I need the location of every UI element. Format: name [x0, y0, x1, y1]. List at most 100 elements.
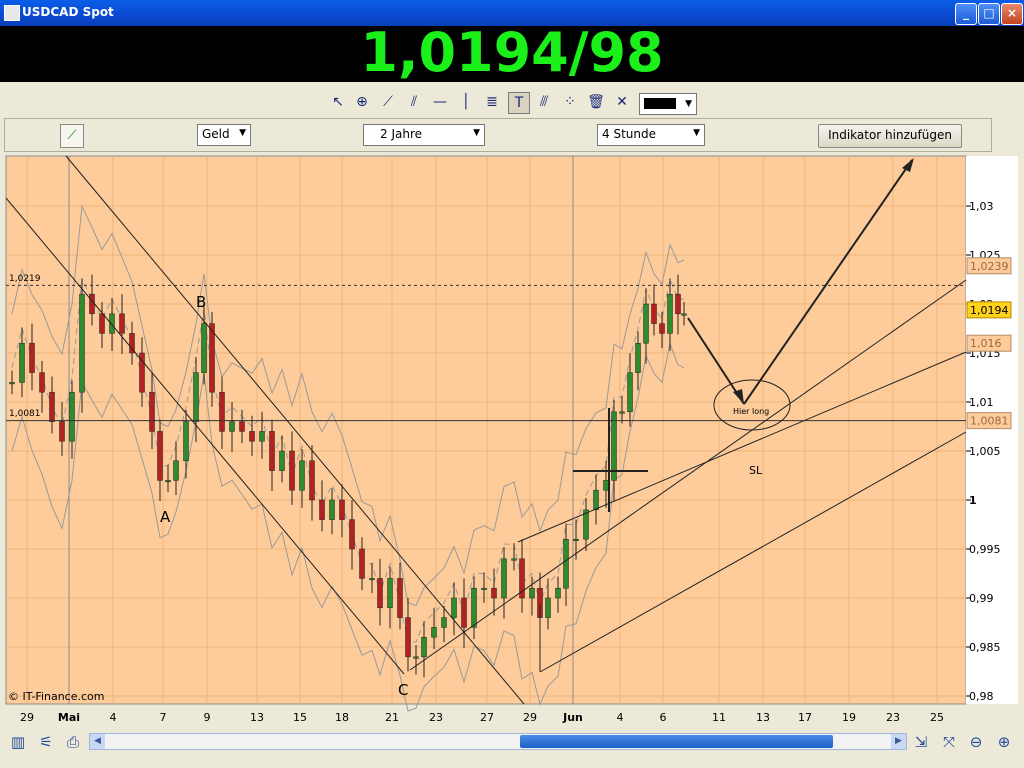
candle-body: [563, 538, 569, 589]
window-title: USDCAD Spot: [22, 5, 114, 19]
candle-body: [229, 421, 235, 432]
y-tick-label: 1: [969, 494, 977, 507]
print-icon[interactable]: ⎙: [63, 732, 83, 752]
fibonacci-icon[interactable]: ≣: [482, 92, 502, 112]
candle-body: [29, 342, 35, 373]
candle-body: [279, 450, 285, 471]
wave-label-b: B: [196, 293, 206, 311]
period-select[interactable]: 2 Jahre ▼: [363, 124, 485, 146]
zoom-out-icon[interactable]: ⊖: [966, 732, 986, 752]
candle-body: [545, 597, 551, 618]
scroll-right-button[interactable]: ▶: [891, 734, 906, 749]
maximize-button[interactable]: □: [978, 3, 1000, 25]
candle-body: [627, 372, 633, 413]
candle-body: [99, 313, 105, 334]
trendline-icon[interactable]: ⟋: [378, 92, 398, 112]
candle-body: [183, 421, 189, 462]
price-chart[interactable]: 1,031,0251,021,0151,011,00510,9950,990,9…: [0, 152, 1024, 728]
candle-body: [471, 587, 477, 628]
candle-body: [209, 323, 215, 393]
x-tick-label: 18: [335, 711, 349, 724]
x-tick-label: 11: [712, 711, 726, 724]
zoom-icon[interactable]: ⊕: [352, 92, 372, 112]
chevron-down-icon: ▼: [239, 128, 246, 138]
price-axis: [966, 156, 1018, 704]
candle-body: [49, 391, 55, 422]
candle-body: [269, 431, 275, 471]
scroll-left-button[interactable]: ◀: [90, 734, 105, 749]
price-type-select[interactable]: Geld ▼: [197, 124, 251, 146]
candle-body: [69, 391, 75, 442]
candle-body: [397, 578, 403, 618]
price-label-text: 1,016: [970, 337, 1002, 350]
candle-body: [675, 293, 681, 315]
chart-type-icon[interactable]: ▥: [8, 732, 28, 752]
x-tick-label: 15: [293, 711, 307, 724]
candle-body: [59, 421, 65, 442]
y-tick-label: 1,005: [969, 445, 1001, 458]
chevron-down-icon: ▼: [685, 99, 692, 109]
drawing-toolbar: ↖ ⊕ ⟋ ⫽ — │ ≣ T ⫻ ⁘ 🗑 ✕: [0, 86, 1024, 116]
text-icon[interactable]: T: [508, 92, 530, 114]
price-label-text: 1,0081: [970, 415, 1009, 428]
candle-body: [659, 323, 665, 334]
y-tick-label: 0,98: [969, 690, 994, 703]
candle-body: [481, 587, 487, 590]
y-tick-label: 0,985: [969, 641, 1001, 654]
level-label-high: 1,0219: [9, 274, 41, 284]
price-type-value: Geld: [202, 127, 230, 141]
points-icon[interactable]: ⁘: [560, 92, 580, 112]
horizontal-line-icon[interactable]: —: [430, 92, 450, 112]
zoom-in-icon[interactable]: ⊕: [994, 732, 1014, 752]
compare-icon[interactable]: ⚟: [36, 732, 56, 752]
x-tick-label: 13: [250, 711, 264, 724]
x-tick-label: 19: [842, 711, 856, 724]
candle-body: [249, 431, 255, 442]
x-tick-label: 21: [385, 711, 399, 724]
indicator-settings-icon[interactable]: ⟋: [60, 124, 84, 148]
watermark: © IT-Finance.com: [8, 690, 105, 703]
line-color-picker[interactable]: ▼: [639, 93, 697, 115]
candle-body: [377, 578, 383, 609]
delete-icon[interactable]: 🗑: [586, 92, 606, 112]
candle-body: [149, 391, 155, 432]
price-label-text: 1,0194: [970, 304, 1009, 317]
interval-select[interactable]: 4 Stunde ▼: [597, 124, 705, 146]
candle-body: [219, 391, 225, 432]
vertical-line-icon[interactable]: │: [456, 92, 476, 112]
candle-body: [529, 587, 535, 599]
stop-loss-label: SL: [749, 464, 763, 477]
candle-body: [165, 480, 171, 483]
close-button[interactable]: ×: [1001, 3, 1023, 25]
add-indicator-button[interactable]: Indikator hinzufügen: [818, 124, 962, 148]
candle-body: [667, 293, 673, 334]
price-label-text: 1,0239: [970, 260, 1009, 273]
candle-body: [491, 587, 497, 599]
candle-body: [501, 558, 507, 599]
candle-body: [603, 480, 609, 491]
x-tick-label: 6: [660, 711, 667, 724]
tools-icon[interactable]: ✕: [612, 92, 632, 112]
x-axis-labels: 29 Mai 4 7 9 13 15 18 21 23 27 29 Jun 4 6 11 13 17 19 23 25: [20, 711, 944, 724]
cursor-icon[interactable]: ↖: [328, 92, 348, 112]
wave-label-a: A: [160, 508, 171, 526]
parallel-lines-icon[interactable]: ⫻: [534, 92, 554, 112]
interval-value: 4 Stunde: [602, 127, 656, 141]
minimize-button[interactable]: _: [955, 3, 977, 25]
candle-body: [413, 656, 419, 659]
candle-body: [441, 617, 447, 628]
x-tick-label: 9: [204, 711, 211, 724]
candle-body: [289, 450, 295, 491]
period-value: 2 Jahre: [380, 127, 422, 141]
candle-body: [329, 499, 335, 520]
candle-body: [593, 489, 599, 511]
candle-body: [173, 460, 179, 481]
auto-scroll-icon[interactable]: ⇲: [911, 732, 931, 752]
candle-body: [681, 313, 687, 316]
scroll-thumb[interactable]: [520, 735, 833, 748]
x-tick-label: 7: [160, 711, 167, 724]
fit-icon[interactable]: ⤧: [939, 732, 959, 752]
channel-icon[interactable]: ⫽: [404, 92, 424, 112]
time-scrollbar[interactable]: ◀ ▶: [89, 733, 907, 750]
candle-body: [359, 548, 365, 579]
